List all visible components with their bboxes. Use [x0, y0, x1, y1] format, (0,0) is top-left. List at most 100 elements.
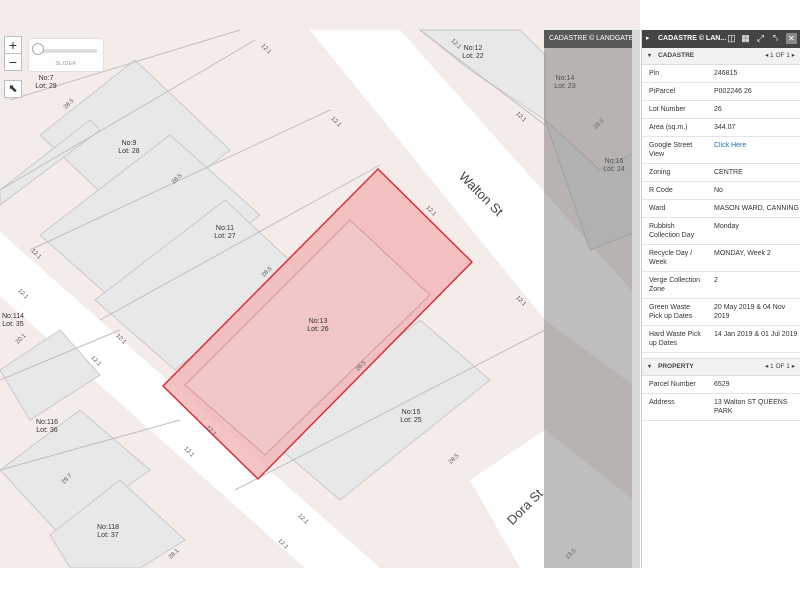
table-row: Green Waste Pick up Dates 20 May 2019 & 0…	[642, 298, 800, 326]
table-icon[interactable]: ▦	[740, 33, 751, 44]
dim-label: 20.1	[15, 333, 28, 346]
table-row: Hard Waste Pick up Dates 14 Jan 2019 & 01…	[642, 325, 800, 353]
lot-label-no7: No:7	[39, 75, 54, 82]
table-row: Pin 246815	[642, 65, 800, 83]
attr-key: Parcel Number	[642, 376, 707, 394]
lot-label-lot27: Lot: 27	[214, 233, 236, 240]
attr-value: MONDAY, Week 2	[707, 244, 800, 272]
attr-key: Recycle Day / Week	[642, 244, 707, 272]
section-title: PROPERTY	[658, 363, 694, 370]
section-title: CADASTRE	[658, 52, 695, 59]
dim-label: 12.1	[514, 111, 527, 124]
paging-label: 1 OF 1	[770, 52, 790, 59]
attr-key: Verge Collection Zone	[642, 271, 707, 299]
dim-label: 12.1	[259, 43, 272, 56]
lot-label-no9: No:9	[122, 140, 137, 147]
attr-value: 26	[707, 100, 800, 119]
attr-key: Zoning	[642, 163, 707, 182]
select-tool-icon[interactable]: ⬉	[4, 80, 22, 98]
panel-title: CADASTRE © LAN...	[658, 35, 727, 42]
property-attributes-table: Parcel Number 6529 Address 13 Walton ST QU…	[642, 376, 800, 421]
chevron-down-icon[interactable]: ▾	[648, 359, 651, 375]
lot-label-lot29: Lot: 29	[35, 83, 57, 90]
attr-value: Monday	[707, 217, 800, 245]
document-icon[interactable]: ◫	[726, 33, 737, 44]
chevron-down-icon[interactable]: ▾	[648, 48, 651, 64]
identify-panel: ▸ CADASTRE © LAN... ◫ ▦ ⤢ ⤣ ✕ ▾ CADASTRE…	[641, 30, 800, 568]
lot-label-lot36: Lot: 36	[36, 427, 58, 434]
slider-track[interactable]	[35, 49, 97, 53]
street-view-link[interactable]: Click Here	[714, 142, 746, 149]
attr-value: 13 Walton ST QUEENS PARK	[707, 393, 800, 421]
section-paging[interactable]: ◂ 1 OF 1 ▸	[765, 359, 795, 375]
lot-label-no118: No:118	[97, 524, 119, 531]
attr-key: Ward	[642, 199, 707, 218]
panel-scrollbar[interactable]	[632, 30, 640, 568]
property-section-header[interactable]: ▾ PROPERTY ◂ 1 OF 1 ▸	[642, 358, 800, 376]
lot-label-lot22: Lot: 22	[462, 53, 484, 60]
attr-value: 20 May 2019 & 04 Nov 2019	[707, 298, 800, 326]
dim-label: 12.1	[329, 116, 342, 129]
table-row: Address 13 Walton ST QUEENS PARK	[642, 393, 800, 421]
lot-label-no114: No:114	[2, 313, 24, 320]
slider-label: SLIDER	[55, 61, 77, 67]
lot-label-lot28: Lot: 28	[118, 148, 140, 155]
slider-handle[interactable]	[32, 43, 44, 55]
table-row: Zoning CENTRE	[642, 163, 800, 182]
table-row: Google Street View Click Here	[642, 136, 800, 164]
collapse-icon[interactable]: ⤣	[770, 33, 781, 44]
close-icon[interactable]: ✕	[786, 33, 797, 44]
attr-key: PiParcel	[642, 82, 707, 101]
attr-value: 6529	[707, 376, 800, 394]
table-row: Rubbish Collection Day Monday	[642, 217, 800, 245]
table-row: Verge Collection Zone 2	[642, 271, 800, 299]
attr-value: No	[707, 181, 800, 200]
panel-toggle-icon[interactable]: ▸	[646, 30, 650, 48]
expand-icon[interactable]: ⤢	[755, 33, 766, 44]
attr-value: 246815	[707, 65, 800, 83]
cadastre-layer-header[interactable]: CADASTRE © LANDGATE ...	[544, 30, 638, 48]
table-row: Lot Number 26	[642, 100, 800, 119]
table-row: Ward MASON WARD, CANNING	[642, 199, 800, 218]
dim-label: 12.1	[29, 248, 42, 261]
cadastre-section-header[interactable]: ▾ CADASTRE ◂ 1 OF 1 ▸	[642, 48, 800, 65]
attr-value: P002246 26	[707, 82, 800, 101]
attr-key: Rubbish Collection Day	[642, 217, 707, 245]
zoom-in-button[interactable]: +	[4, 36, 22, 54]
lot-label-lot37: Lot: 37	[97, 532, 119, 539]
paging-label: 1 OF 1	[770, 363, 790, 370]
zoom-out-button[interactable]: −	[4, 53, 22, 71]
attr-key: Hard Waste Pick up Dates	[642, 325, 707, 353]
attr-key: Area (sq.m.)	[642, 118, 707, 137]
dim-label: 12.1	[514, 295, 527, 308]
panel-header: ▸ CADASTRE © LAN... ◫ ▦ ⤢ ⤣ ✕	[642, 30, 800, 48]
lot-label-lot26: Lot: 26	[307, 326, 329, 333]
attr-key: Lot Number	[642, 100, 707, 119]
attr-key: Green Waste Pick up Dates	[642, 298, 707, 326]
map-view[interactable]: No:12 Lot: 22 No:14 Lot: 23 No:16 Lot: 2…	[0, 0, 640, 568]
attr-key: Pin	[642, 65, 707, 83]
dim-label: 28.5	[448, 453, 461, 466]
section-paging[interactable]: ◂ 1 OF 1 ▸	[765, 48, 795, 64]
attr-value: MASON WARD, CANNING	[707, 199, 800, 218]
lot-label-lot35: Lot: 35	[2, 321, 24, 328]
attr-value: 344.07	[707, 118, 800, 137]
attr-value: CENTRE	[707, 163, 800, 182]
attr-value: 14 Jan 2019 & 01 Jul 2019	[707, 325, 800, 353]
opacity-slider[interactable]: SLIDER	[28, 38, 104, 72]
lot-label-no12: No:12	[464, 45, 483, 52]
table-row: Parcel Number 6529	[642, 376, 800, 394]
overlay-strip	[544, 48, 640, 568]
table-row: Area (sq.m.) 344.07	[642, 118, 800, 137]
lot-label-no116: No:116	[36, 419, 58, 426]
lot-label-lot25: Lot: 25	[400, 417, 422, 424]
attr-key: Google Street View	[642, 136, 707, 164]
lot-label-no13: No:13	[309, 318, 328, 325]
table-row: PiParcel P002246 26	[642, 82, 800, 101]
table-row: Recycle Day / Week MONDAY, Week 2	[642, 244, 800, 272]
lot-label-no11: No:11	[216, 225, 234, 232]
lot-label-no15: No:15	[402, 409, 421, 416]
attr-key: Address	[642, 393, 707, 421]
table-row: R Code No	[642, 181, 800, 200]
attr-key: R Code	[642, 181, 707, 200]
